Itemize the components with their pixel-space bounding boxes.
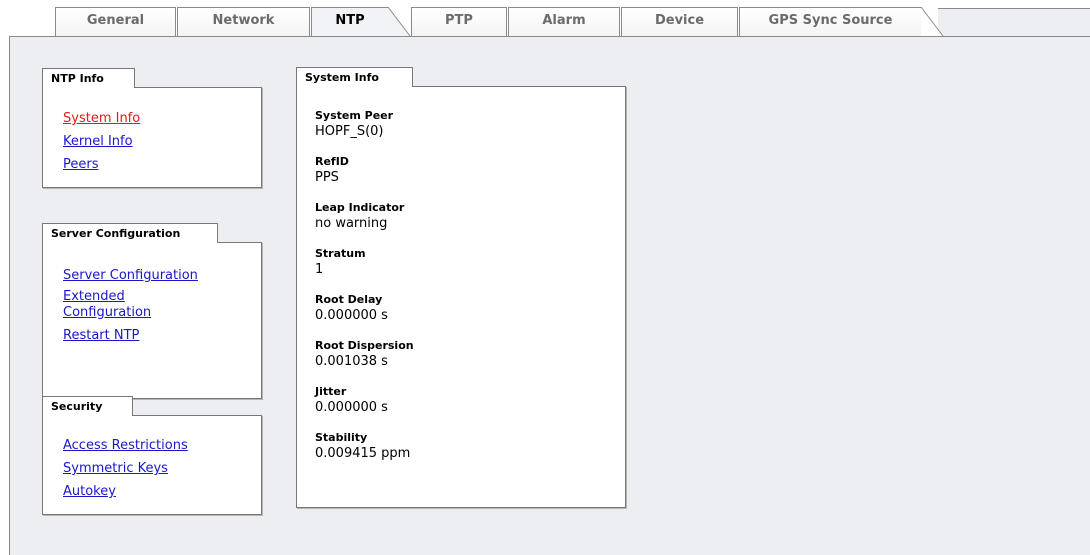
link-autokey[interactable]: Autokey [63, 484, 188, 500]
tab-gps-sync-source[interactable]: GPS Sync Source [739, 6, 944, 37]
field-value: 0.009415 ppm [315, 446, 411, 461]
tab-alarm[interactable]: Alarm [508, 7, 620, 36]
field-label: Stratum [315, 247, 366, 260]
link-server-configuration[interactable]: Server Configuration [63, 268, 243, 284]
link-access-restrictions[interactable]: Access Restrictions [63, 438, 188, 454]
field-value: 0.001038 s [315, 354, 388, 369]
server-configuration-links: Server Configuration Extended Configurat… [63, 268, 243, 351]
ntp-info-body: System Info Kernel Info Peers [42, 87, 262, 188]
field-label: Stability [315, 431, 368, 444]
link-peers[interactable]: Peers [63, 157, 140, 173]
tab-ntp-label: NTP [335, 13, 365, 28]
link-system-info[interactable]: System Info [63, 111, 140, 127]
field-root-delay: Root Delay 0.000000 s [315, 293, 414, 325]
tab-ntp[interactable]: NTP [311, 6, 411, 37]
field-label: Leap Indicator [315, 201, 405, 214]
field-value: 0.000000 s [315, 400, 388, 415]
tab-network-label: Network [212, 13, 275, 28]
field-label: Root Delay [315, 293, 383, 306]
link-restart-ntp[interactable]: Restart NTP [63, 328, 243, 344]
field-value: no warning [315, 216, 388, 231]
field-stratum: Stratum 1 [315, 247, 414, 279]
tab-general[interactable]: General [55, 7, 176, 36]
tab-bar: General Network NTP PTP Alarm Device GPS… [0, 0, 1090, 37]
field-stability: Stability 0.009415 ppm [315, 431, 414, 463]
field-value: 1 [315, 262, 324, 277]
tab-gps-slant [920, 6, 944, 37]
security-box: Security Access Restrictions Symmetric K… [42, 396, 262, 515]
system-info-title: System Info [296, 67, 413, 87]
security-title: Security [42, 396, 133, 416]
link-extended-configuration[interactable]: Extended Configuration [63, 289, 173, 321]
field-value: PPS [315, 170, 339, 185]
tab-device[interactable]: Device [621, 7, 738, 36]
field-system-peer: System Peer HOPF_S(0) [315, 109, 414, 141]
server-configuration-title: Server Configuration [42, 223, 218, 243]
field-value: 0.000000 s [315, 308, 388, 323]
field-root-dispersion: Root Dispersion 0.001038 s [315, 339, 414, 371]
tab-strip-background [938, 8, 1090, 37]
tab-device-label: Device [654, 13, 705, 28]
security-links: Access Restrictions Symmetric Keys Autok… [63, 438, 188, 507]
field-label: Jitter [315, 385, 347, 398]
ntp-info-title: NTP Info [42, 68, 135, 88]
field-label: Root Dispersion [315, 339, 414, 352]
field-label: RefID [315, 155, 349, 168]
tab-network[interactable]: Network [177, 7, 310, 36]
link-symmetric-keys[interactable]: Symmetric Keys [63, 461, 188, 477]
system-info-body: System Peer HOPF_S(0) RefID PPS Leap Ind… [296, 86, 626, 508]
server-configuration-box: Server Configuration Server Configuratio… [42, 223, 262, 399]
tab-gps-sync-source-label: GPS Sync Source [768, 13, 893, 28]
tab-ntp-slant [387, 6, 411, 37]
system-info-fields: System Peer HOPF_S(0) RefID PPS Leap Ind… [315, 109, 414, 477]
content-panel: NTP Info System Info Kernel Info Peers S… [9, 36, 1090, 555]
field-refid: RefID PPS [315, 155, 414, 187]
system-info-box: System Info System Peer HOPF_S(0) RefID … [296, 67, 626, 508]
security-body: Access Restrictions Symmetric Keys Autok… [42, 415, 262, 515]
ntp-info-box: NTP Info System Info Kernel Info Peers [42, 68, 262, 188]
field-leap-indicator: Leap Indicator no warning [315, 201, 414, 233]
tab-general-label: General [86, 13, 145, 28]
field-label: System Peer [315, 109, 394, 122]
server-configuration-body: Server Configuration Extended Configurat… [42, 242, 262, 399]
tab-ptp[interactable]: PTP [411, 7, 507, 36]
ntp-info-links: System Info Kernel Info Peers [63, 111, 140, 180]
tab-alarm-label: Alarm [542, 13, 586, 28]
link-kernel-info[interactable]: Kernel Info [63, 134, 140, 150]
tab-ptp-label: PTP [445, 13, 473, 28]
field-jitter: Jitter 0.000000 s [315, 385, 414, 417]
field-value: HOPF_S(0) [315, 124, 384, 139]
